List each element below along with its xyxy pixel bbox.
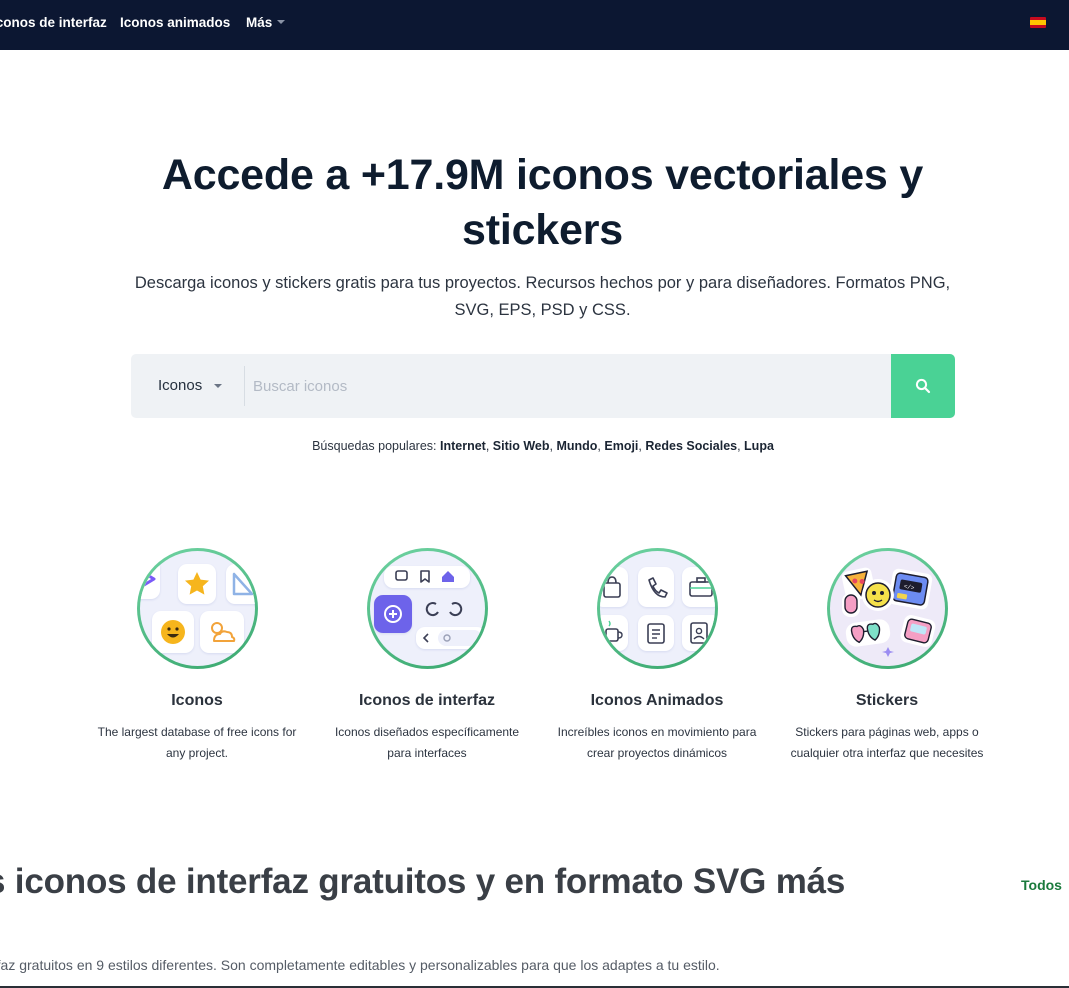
phone-call-icon xyxy=(647,577,668,598)
smiley-icon xyxy=(160,620,185,644)
arrow-right-icon xyxy=(142,571,155,587)
popular-term-sitio-web[interactable]: Sitio Web xyxy=(493,439,550,453)
hero-title: Accede a +17.9M iconos vectoriales y sti… xyxy=(161,151,924,254)
top-nav: Iconos de interfaz Iconos animados Más xyxy=(0,0,1069,50)
arrow-tile xyxy=(139,559,160,599)
popular-term-redes-sociales[interactable]: Redes Sociales xyxy=(645,439,737,453)
contact-card-icon xyxy=(689,622,708,644)
category-card-iconos-de-interfaz[interactable]: Iconos de interfaz Iconos diseñados espe… xyxy=(327,548,527,764)
section-title: s iconos de interfaz gratuitos y en form… xyxy=(0,862,846,901)
category-card-iconos-animados[interactable]: Iconos Animados Increíbles iconos en mov… xyxy=(557,548,757,764)
view-all-link[interactable]: Todos xyxy=(1021,877,1062,893)
phone-tile xyxy=(637,567,674,607)
star-icon xyxy=(184,572,209,595)
popular-searches: Búsquedas populares: Internet, Sitio Web… xyxy=(312,439,774,453)
shopping-bag-icon xyxy=(602,576,621,598)
stickers-collage-image: </> xyxy=(829,551,945,666)
sticker-pack-illustration: </> xyxy=(841,567,935,657)
hero-subtitle: Descarga iconos y stickers gratis para t… xyxy=(134,274,951,319)
nav-item-animated-icons[interactable]: Iconos animados xyxy=(120,15,230,30)
popular-term-lupa[interactable]: Lupa xyxy=(744,439,774,453)
spain-flag-icon[interactable] xyxy=(1030,17,1046,28)
ui-icons-collage-image xyxy=(369,551,485,666)
search-type-dropdown[interactable]: Iconos xyxy=(131,354,244,418)
back-search-icon xyxy=(422,630,482,646)
category-title: Iconos Animados xyxy=(590,692,724,709)
emoji-tile xyxy=(151,611,194,653)
briefcase-icon xyxy=(688,577,713,597)
search-bar: Iconos xyxy=(131,354,955,418)
notes-tile xyxy=(637,615,674,651)
category-description: The largest database of free icons for a… xyxy=(97,725,297,760)
category-image-ring xyxy=(136,548,258,669)
nav-more-label: Más xyxy=(246,15,273,30)
search-input[interactable] xyxy=(253,366,883,406)
ruler-tile xyxy=(225,564,255,604)
ruler-icon xyxy=(232,572,253,596)
nav-item-more[interactable]: Más xyxy=(246,15,286,30)
weather-tile xyxy=(199,611,244,653)
popular-term-internet[interactable]: Internet xyxy=(440,439,486,453)
chevron-down-icon xyxy=(214,384,222,388)
plus-circle-icon xyxy=(383,605,402,623)
icons-collage-image xyxy=(139,551,255,666)
clipboard-notes-icon xyxy=(646,623,665,644)
undo-redo-tile xyxy=(418,595,468,625)
category-title: Stickers xyxy=(855,692,919,709)
category-title: Iconos xyxy=(171,692,223,709)
category-image-ring: </> xyxy=(826,548,948,669)
category-card-iconos[interactable]: Iconos The largest database of free icon… xyxy=(97,548,297,764)
add-button-tile xyxy=(373,595,412,633)
chevron-down-icon xyxy=(277,20,286,25)
popular-term-mundo[interactable]: Mundo xyxy=(556,439,597,453)
category-description: Stickers para páginas web, apps o cualqu… xyxy=(790,725,984,760)
category-title: Iconos de interfaz xyxy=(358,692,496,709)
section-description: rfaz gratuitos en 9 estilos diferentes. … xyxy=(0,957,720,973)
animated-icons-collage-image xyxy=(599,551,715,666)
category-image-ring xyxy=(366,548,488,669)
briefcase-tile xyxy=(681,567,715,607)
search-icon xyxy=(915,378,931,394)
ui-toolbar-tile xyxy=(383,566,470,588)
search-button[interactable] xyxy=(891,354,955,418)
sun-cloud-icon xyxy=(210,622,235,642)
bag-tile xyxy=(599,567,628,607)
coffee-cup-icon xyxy=(604,620,623,642)
search-field-tile xyxy=(415,627,485,649)
category-description: Iconos diseñados específicamente para in… xyxy=(334,725,520,760)
contact-tile xyxy=(681,615,715,651)
category-card-stickers[interactable]: </> Stickers Stickers para páginas web, … xyxy=(787,548,987,764)
chat-bookmark-home-icons xyxy=(394,570,454,583)
search-divider xyxy=(244,366,245,406)
popular-label: Búsquedas populares: xyxy=(312,439,437,453)
coffee-tile xyxy=(599,615,628,651)
star-tile xyxy=(177,564,216,604)
nav-item-ui-icons[interactable]: Iconos de interfaz xyxy=(0,15,107,30)
undo-redo-icon xyxy=(425,602,462,617)
popular-term-emoji[interactable]: Emoji xyxy=(604,439,638,453)
category-description: Increíbles iconos en movimiento para cre… xyxy=(557,725,757,760)
search-type-label: Iconos xyxy=(158,377,203,394)
category-image-ring xyxy=(596,548,718,669)
